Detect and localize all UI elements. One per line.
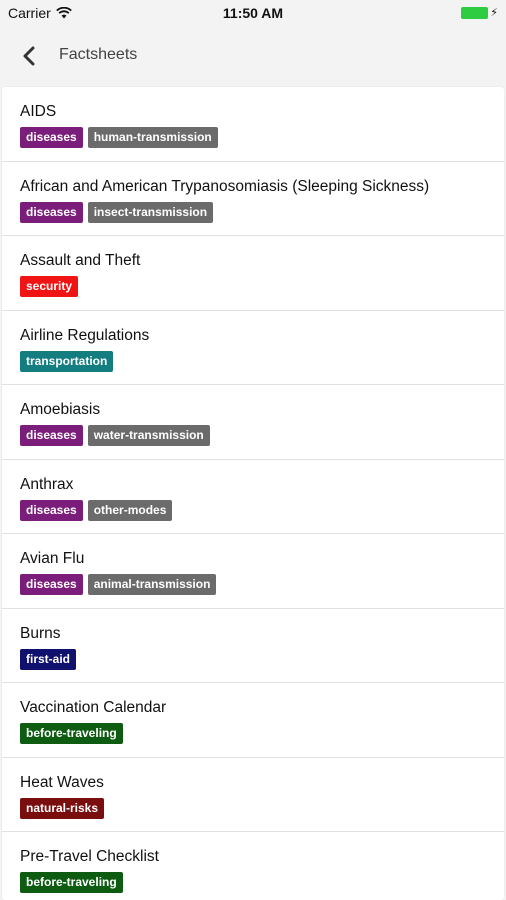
tag-badge: natural-risks (20, 797, 105, 819)
navigation-bar: Factsheets (0, 26, 506, 86)
tag-badge: other-modes (87, 499, 173, 521)
list-item[interactable]: Burns first-aid (2, 609, 504, 683)
tag-badge: diseases (20, 127, 83, 148)
factsheet-title: Vaccination Calendar (20, 699, 167, 716)
list-item[interactable]: African and American Trypanosomiasis (Sl… (2, 162, 504, 236)
tag-badge: before-traveling (20, 872, 123, 893)
factsheet-title: Assault and Theft (20, 252, 141, 269)
tag-list: before-traveling (20, 723, 486, 744)
list-item[interactable]: Amoebiasis diseases water-transmission (2, 385, 504, 460)
factsheet-title: Pre-Travel Checklist (20, 848, 159, 865)
list-item[interactable]: AIDS diseases human-transmission (2, 87, 504, 162)
tag-list: natural-risks (20, 797, 486, 819)
list-item[interactable]: Avian Flu diseases animal-transmission (2, 534, 504, 609)
list-item[interactable]: Vaccination Calendar before-traveling (2, 683, 504, 758)
back-chevron-icon[interactable] (18, 44, 42, 68)
tag-list: diseases other-modes (20, 499, 486, 521)
factsheet-list: AIDS diseases human-transmission African an… (2, 87, 504, 900)
factsheet-title: Avian Flu (20, 550, 85, 567)
tag-badge: human-transmission (87, 127, 218, 148)
factsheet-title: Heat Waves (20, 773, 104, 791)
tag-badge: animal-transmission (87, 574, 217, 595)
factsheet-title: Anthrax (20, 475, 74, 493)
tag-badge: before-traveling (20, 723, 123, 744)
tag-badge: diseases (20, 201, 83, 223)
list-item[interactable]: Pre-Travel Checklist before-traveling (2, 832, 504, 900)
factsheet-title: African and American Trypanosomiasis (Sl… (20, 177, 430, 195)
page-title: Factsheets (59, 46, 138, 63)
tag-badge: insect-transmission (87, 201, 214, 223)
factsheet-title: Amoebiasis (20, 401, 101, 418)
tag-badge: water-transmission (87, 425, 210, 446)
charging-icon: ⚡ (490, 7, 498, 19)
tag-badge: diseases (20, 499, 83, 521)
factsheet-title: Airline Regulations (20, 326, 150, 344)
tag-list: diseases water-transmission (20, 425, 486, 446)
tag-list: before-traveling (20, 872, 486, 893)
factsheet-title: Burns (20, 624, 61, 642)
tag-badge: diseases (20, 425, 83, 446)
tag-list: diseases animal-transmission (20, 574, 486, 595)
tag-list: first-aid (20, 648, 486, 670)
tag-badge: transportation (20, 350, 114, 372)
tag-badge: first-aid (20, 648, 77, 670)
list-item[interactable]: Anthrax diseases other-modes (2, 460, 504, 534)
tag-list: transportation (20, 350, 486, 372)
tag-list: diseases human-transmission (20, 127, 486, 148)
tag-list: security (20, 276, 486, 297)
list-item[interactable]: Assault and Theft security (2, 236, 504, 311)
tag-badge: security (20, 276, 79, 297)
status-bar: Carrier 11:50 AM ⚡ (0, 0, 506, 26)
list-item[interactable]: Heat Waves natural-risks (2, 758, 504, 832)
battery-icon (461, 7, 489, 19)
battery-indicator: ⚡ (461, 7, 498, 19)
clock: 11:50 AM (222, 5, 284, 21)
list-item[interactable]: Airline Regulations transportation (2, 311, 504, 385)
tag-badge: diseases (20, 574, 83, 595)
factsheet-title: AIDS (20, 103, 57, 120)
tag-list: diseases insect-transmission (20, 201, 486, 223)
